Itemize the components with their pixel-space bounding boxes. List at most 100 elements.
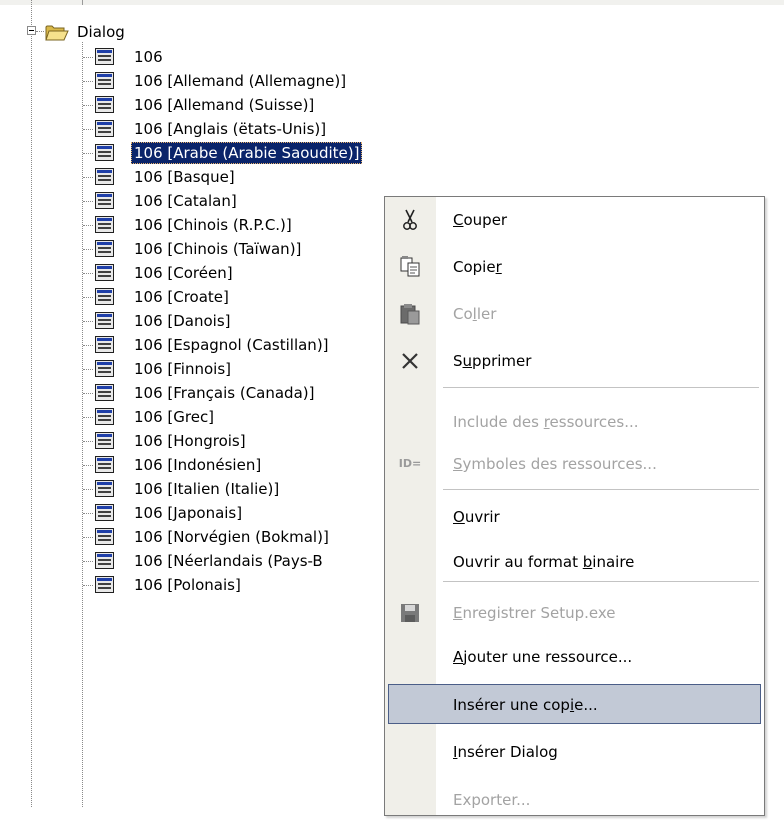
menu-label-text: inaire: [592, 553, 635, 571]
tree-item-label: 106 [Japonais]: [134, 504, 243, 522]
tree-item-label: 106 [Danois]: [134, 312, 231, 330]
menu-label-text: Insérer une cop: [453, 696, 570, 714]
tree-item-label: 106 [Coréen]: [134, 264, 233, 282]
paste-icon: [397, 302, 423, 326]
menu-item[interactable]: Couper: [385, 197, 764, 243]
menu-item-label: Couper: [453, 197, 507, 243]
dialog-resource-icon: [95, 312, 114, 329]
tree-item[interactable]: 106 [Anglais (ëtats-Unis)]: [0, 117, 440, 141]
dialog-resource-icon: [95, 144, 114, 161]
dialog-resource-icon: [95, 168, 114, 185]
tree-connector: [83, 153, 93, 154]
menu-item[interactable]: Coller: [385, 291, 764, 337]
tree-item[interactable]: 106 [Arabe (Arabie Saoudite)]: [0, 141, 440, 165]
copy-icon: [397, 255, 423, 279]
tree-item-label: 106 [Allemand (Suisse)]: [134, 96, 315, 114]
menu-item[interactable]: Ouvrir: [385, 494, 764, 540]
menu-item[interactable]: Insérer Dialog: [385, 729, 764, 775]
menu-item[interactable]: Supprimer: [385, 338, 764, 384]
menu-label-text: Ouvrir au format: [453, 553, 583, 571]
tree-item[interactable]: 106 [Basque]: [0, 165, 440, 189]
dialog-resource-icon: [95, 96, 114, 113]
tree-item[interactable]: 106 [Espagnol (Castillan)]: [0, 333, 440, 357]
dialog-resource-icon: [95, 408, 114, 425]
tree-connector: [83, 81, 93, 82]
tree-item[interactable]: 106: [0, 45, 440, 69]
menu-item[interactable]: Insérer une copie...: [385, 682, 764, 728]
tree-connector: [83, 585, 93, 586]
tree-item[interactable]: 106 [Croate]: [0, 285, 440, 309]
tree-item-label: 106 [Chinois (R.P.C.)]: [134, 216, 292, 234]
menu-label-text: pprimer: [472, 352, 532, 370]
tree-item-label: 106 [Français (Canada)]: [134, 384, 315, 402]
save-icon: [397, 601, 423, 625]
tree-item[interactable]: 106 [Hongrois]: [0, 429, 440, 453]
dialog-resource-icon: [95, 192, 114, 209]
tree-item[interactable]: 106 [Chinois (Taïwan)]: [0, 237, 440, 261]
menu-item[interactable]: Enregistrer Setup.exe: [385, 590, 764, 636]
column-divider[interactable]: [82, 0, 83, 5]
tree-item[interactable]: 106 [Néerlandais (Pays-B: [0, 549, 440, 573]
tree-item[interactable]: 106 [Danois]: [0, 309, 440, 333]
tree-item-label: 106 [Finnois]: [134, 360, 231, 378]
tree-item[interactable]: 106 [Italien (Italie)]: [0, 477, 440, 501]
tree-item[interactable]: 106 [Indonésien]: [0, 453, 440, 477]
dialog-resource-icon: [95, 288, 114, 305]
menu-item-label: Ouvrir au format binaire: [453, 539, 634, 585]
tree-connector: [83, 561, 93, 562]
tree-connector: [83, 537, 93, 538]
tree-connector: [83, 129, 93, 130]
menu-accelerator-key: O: [453, 508, 465, 526]
tree-item-label: 106 [Catalan]: [134, 192, 237, 210]
dialog-resource-icon: [95, 48, 114, 65]
menu-label-text: essources...: [549, 413, 639, 431]
tree-connector: [83, 369, 93, 370]
menu-item-label: Coller: [453, 291, 496, 337]
tree-item-label: 106 [Grec]: [134, 408, 215, 426]
tree-item[interactable]: 106 [Finnois]: [0, 357, 440, 381]
tree-item-label: 106 [Arabe (Arabie Saoudite)]: [131, 142, 363, 164]
tree-item[interactable]: 106 [Norvégien (Bokmal)]: [0, 525, 440, 549]
tree-item[interactable]: 106 [Allemand (Allemagne)]: [0, 69, 440, 93]
tree-item-label: 106 [Allemand (Allemagne)]: [134, 72, 347, 90]
tree-item[interactable]: 106 [Français (Canada)]: [0, 381, 440, 405]
menu-label-text: Co: [453, 305, 473, 323]
dialog-resource-icon: [95, 216, 114, 233]
tree-connector: [83, 105, 93, 106]
tree-item-label: 106 [Anglais (ëtats-Unis)]: [134, 120, 327, 138]
dialog-resource-icon: [95, 336, 114, 353]
menu-item-label: Insérer Dialog: [453, 729, 558, 775]
tree-item-label: 106 [Italien (Italie)]: [134, 480, 280, 498]
dialog-resource-icon: [95, 384, 114, 401]
menu-item[interactable]: Include des ressources...: [385, 399, 764, 445]
delete-icon: [397, 349, 423, 373]
menu-item[interactable]: Copier: [385, 244, 764, 290]
menu-item-label: Ajouter une ressource...: [453, 634, 632, 680]
tree-item-label: 106 [Polonais]: [134, 576, 241, 594]
tree-item[interactable]: 106 [Allemand (Suisse)]: [0, 93, 440, 117]
dialog-resource-icon: [95, 72, 114, 89]
menu-accelerator-key: A: [453, 648, 464, 666]
tree-item-label: 106 [Espagnol (Castillan)]: [134, 336, 329, 354]
tree-root-label[interactable]: Dialog: [75, 21, 127, 43]
tree-item[interactable]: 106 [Japonais]: [0, 501, 440, 525]
menu-item-label: Ouvrir: [453, 494, 500, 540]
menu-item-label: Copier: [453, 244, 502, 290]
menu-accelerator-key: u: [462, 352, 473, 370]
tree-connector: [83, 249, 93, 250]
menu-separator: [443, 489, 759, 490]
tree-item[interactable]: 106 [Polonais]: [0, 573, 440, 597]
menu-label-text: ler: [476, 305, 497, 323]
tree-item[interactable]: 106 [Coréen]: [0, 261, 440, 285]
collapse-toggle[interactable]: [27, 26, 36, 35]
tree-item[interactable]: 106 [Catalan]: [0, 189, 440, 213]
menu-item[interactable]: Exporter...: [385, 777, 764, 823]
tree-item[interactable]: 106 [Grec]: [0, 405, 440, 429]
tree-item[interactable]: 106 [Chinois (R.P.C.)]: [0, 213, 440, 237]
menu-item[interactable]: Ouvrir au format binaire: [385, 539, 764, 585]
menu-item[interactable]: Ajouter une ressource...: [385, 634, 764, 680]
menu-item[interactable]: ID= Symboles des ressources...: [385, 441, 764, 487]
header-strip: [0, 0, 784, 5]
dialog-resource-icon: [95, 432, 114, 449]
tree-connector: [83, 177, 93, 178]
